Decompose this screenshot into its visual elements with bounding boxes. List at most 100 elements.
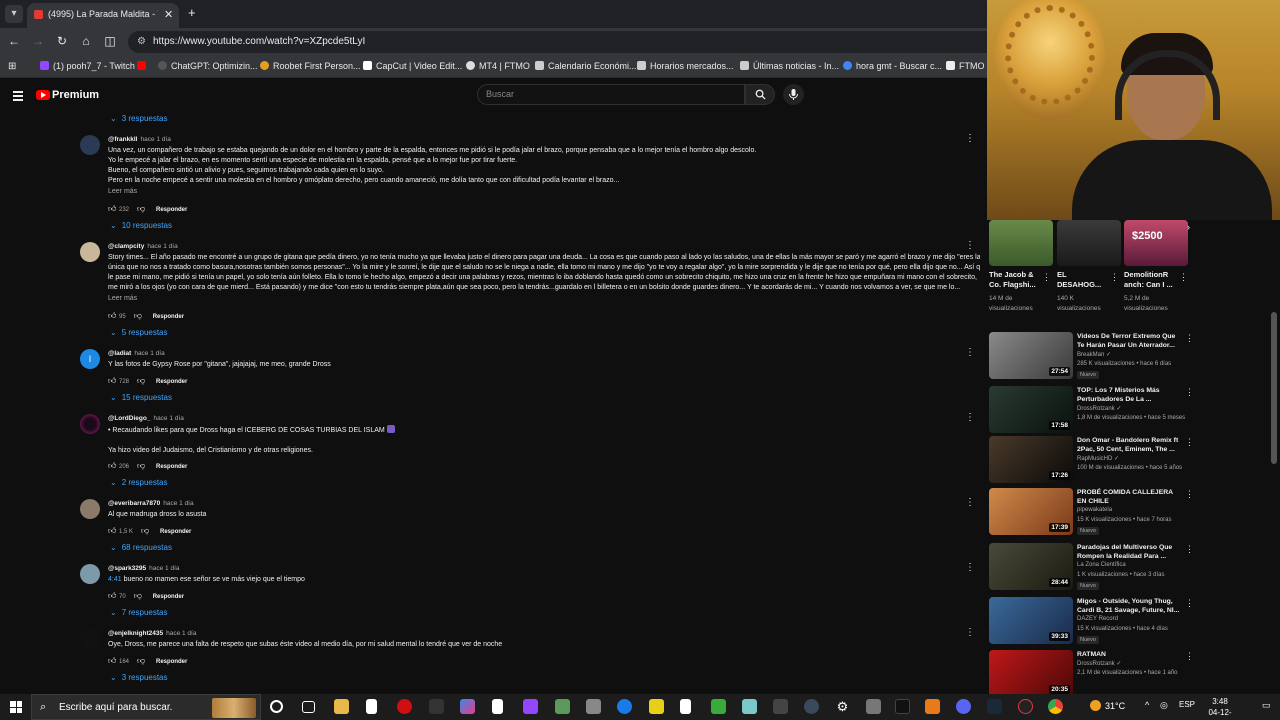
channel-name[interactable]: La Zona Científica — [1077, 562, 1126, 568]
video-timestamp-link[interactable]: 4:41 — [108, 576, 122, 583]
recommended-video[interactable]: 39:33 Migos - Outside, Young Thug, Cardi… — [989, 597, 1194, 649]
more-options-icon[interactable]: ⋮ — [1185, 387, 1194, 398]
apps-grid-icon[interactable]: ⊞ — [8, 61, 16, 72]
video-title[interactable]: PROBÉ COMIDA CALLEJERA EN CHILE — [1077, 488, 1183, 506]
reply-button[interactable]: Responder — [156, 379, 187, 385]
system-clock[interactable]: 3:4804-12-2025 — [1200, 696, 1240, 720]
bookmark-horarios[interactable]: Horarios mercados... — [637, 61, 734, 71]
recommended-video[interactable]: 20:35 RATMAN DrossRotzank ✓ 2,1 M de vis… — [989, 650, 1194, 694]
video-thumbnail[interactable]: 39:33 — [989, 597, 1073, 644]
reply-button[interactable]: Responder — [153, 314, 184, 320]
bookmark-hora-gmt[interactable]: hora gmt - Buscar c... — [843, 61, 942, 71]
app-icon[interactable] — [804, 699, 819, 714]
comment-author[interactable]: @ladiat hace 1 día — [108, 350, 165, 357]
dislike-icon[interactable]: 👎︎ — [137, 461, 146, 471]
tab-search-button[interactable]: ▾ — [5, 5, 23, 23]
short-thumbnail[interactable]: $2500 — [1124, 220, 1188, 266]
like-icon[interactable]: 👍︎ — [108, 204, 117, 214]
video-thumbnail[interactable]: 17:39 — [989, 488, 1073, 535]
discord-icon[interactable] — [956, 699, 971, 714]
like-icon[interactable]: 👍︎ — [108, 311, 117, 321]
comment-author[interactable]: @LordDiego_ hace 1 día — [108, 415, 184, 422]
comment-author[interactable]: @frankkll hace 1 día — [108, 136, 171, 143]
recommended-video[interactable]: 17:26 Don Omar - Bandolero Remix ft 2Pac… — [989, 436, 1194, 488]
like-icon[interactable]: 👍︎ — [108, 376, 117, 386]
dislike-icon[interactable]: 👎︎ — [137, 656, 146, 666]
youtube-logo-icon[interactable] — [36, 90, 50, 100]
avatar[interactable] — [80, 564, 100, 584]
chevron-right-icon[interactable]: › — [1187, 222, 1190, 232]
video-thumbnail[interactable]: 27:54 — [989, 332, 1073, 379]
more-options-icon[interactable]: ⋮ — [1179, 272, 1188, 283]
more-options-icon[interactable]: ⋮ — [965, 497, 975, 508]
channel-name[interactable]: BreakMan ✓ — [1077, 351, 1111, 358]
channel-name[interactable]: pipewakatela — [1077, 507, 1112, 513]
document-icon[interactable] — [492, 699, 503, 714]
like-icon[interactable]: 👍︎ — [108, 591, 117, 601]
more-options-icon[interactable]: ⋮ — [965, 627, 975, 638]
more-options-icon[interactable]: ⋮ — [965, 347, 975, 358]
recommended-video[interactable]: 17:39 PROBÉ COMIDA CALLEJERA EN CHILE pi… — [989, 488, 1194, 540]
minecraft-icon[interactable] — [711, 699, 726, 714]
channel-name[interactable]: DrossRotzank ✓ — [1077, 660, 1121, 667]
more-options-icon[interactable]: ⋮ — [1185, 437, 1194, 448]
voice-search-button[interactable] — [783, 84, 804, 105]
view-replies-button[interactable]: ⌄ 10 respuestas — [110, 221, 172, 230]
video-title[interactable]: Paradojas del Multiverso Que Rompen la R… — [1077, 543, 1183, 561]
bookmark-twitch[interactable]: (1) pooh7_7 - Twitch — [40, 61, 135, 71]
chrome-icon[interactable] — [1048, 699, 1063, 714]
zoom-icon[interactable] — [617, 699, 632, 714]
home-icon[interactable]: ⌂ — [78, 34, 94, 48]
twitch-icon[interactable] — [523, 699, 538, 714]
obs-icon[interactable] — [1018, 699, 1033, 714]
sticky-notes-icon[interactable] — [649, 699, 664, 714]
view-replies-button[interactable]: ⌄ 7 respuestas — [110, 608, 168, 617]
split-view-icon[interactable]: ◫ — [102, 34, 118, 48]
avatar[interactable] — [80, 499, 100, 519]
more-options-icon[interactable]: ⋮ — [1185, 489, 1194, 500]
menu-icon[interactable] — [13, 91, 23, 103]
document-icon[interactable] — [680, 699, 691, 714]
video-thumbnail[interactable]: 20:35 — [989, 650, 1073, 694]
reply-button[interactable]: Responder — [156, 464, 187, 470]
more-options-icon[interactable]: ⋮ — [1185, 598, 1194, 609]
chevron-up-icon[interactable]: ^ — [1145, 700, 1149, 710]
channel-name[interactable]: DrossRotzank ✓ — [1077, 405, 1121, 412]
reply-button[interactable]: Responder — [156, 659, 187, 665]
short-thumbnail[interactable] — [989, 220, 1053, 266]
video-thumbnail[interactable]: 28:44 — [989, 543, 1073, 590]
recommended-video[interactable]: 17:58 TOP: Los 7 Misterios Más Perturbad… — [989, 386, 1194, 438]
file-explorer-icon[interactable] — [334, 699, 349, 714]
view-replies-button[interactable]: ⌄ 2 respuestas — [110, 478, 168, 487]
reply-button[interactable]: Responder — [156, 207, 187, 213]
notification-icon[interactable]: ▭ — [1262, 700, 1271, 711]
settings-gear-icon[interactable]: ⚙ — [835, 699, 850, 714]
avatar[interactable] — [80, 242, 100, 262]
taskbar-search-box[interactable]: ⌕ Escribe aquí para buscar. — [31, 694, 261, 720]
like-icon[interactable]: 👍︎ — [108, 461, 117, 471]
windows-start-icon[interactable] — [10, 701, 22, 713]
recommended-video[interactable]: 27:54 Videos De Terror Extremo Que Te Ha… — [989, 332, 1194, 384]
short-title[interactable]: DemolitionR anch: Can I ... — [1124, 270, 1178, 290]
like-icon[interactable]: 👍︎ — [108, 526, 117, 536]
page-scrollbar[interactable] — [1271, 312, 1277, 464]
view-replies-button[interactable]: ⌄ 15 respuestas — [110, 393, 172, 402]
capcut-icon[interactable] — [773, 699, 788, 714]
more-options-icon[interactable]: ⋮ — [1185, 333, 1194, 344]
reply-button[interactable]: Responder — [160, 529, 191, 535]
comment-author[interactable]: @spark3295 hace 1 día — [108, 565, 180, 572]
dislike-icon[interactable]: 👎︎ — [134, 311, 143, 321]
read-more-button[interactable]: Leer más — [108, 295, 137, 302]
bookmark-calendario[interactable]: Calendario Económi... — [535, 61, 637, 71]
back-icon[interactable]: ← — [6, 34, 22, 48]
notepad-icon[interactable] — [366, 699, 377, 714]
app-icon[interactable] — [742, 699, 757, 714]
bookmark-youtube[interactable] — [137, 61, 150, 71]
weather-widget[interactable]: 31°C — [1090, 700, 1125, 711]
site-info-icon[interactable]: ⚙ — [137, 36, 146, 47]
more-options-icon[interactable]: ⋮ — [965, 133, 975, 144]
youtube-logo-text[interactable]: Premium — [52, 89, 99, 101]
forward-icon[interactable]: → — [30, 34, 46, 48]
cortana-icon[interactable] — [270, 700, 283, 713]
dislike-icon[interactable]: 👎︎ — [134, 591, 143, 601]
